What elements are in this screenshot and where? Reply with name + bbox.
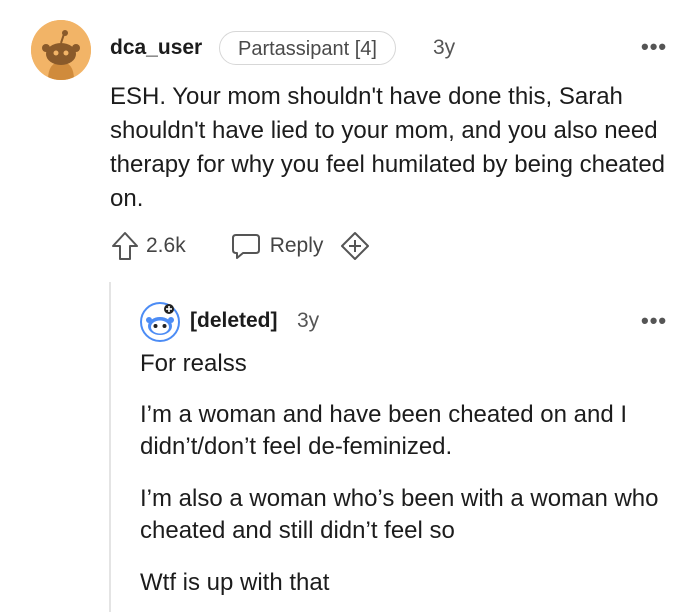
reply-paragraph: I’m a woman and have been cheated on and… [140, 401, 628, 460]
reply-age: 3y [297, 309, 320, 332]
upvote-arrow-icon [112, 232, 138, 260]
comment-action-bar: 2.6k Reply [110, 226, 371, 266]
user-flair: Partassipant [4] [219, 31, 396, 65]
reply-paragraph: For realss [140, 350, 247, 377]
reply-button[interactable]: Reply [230, 231, 324, 261]
comment-body: ESH. Your mom shouldn't have done this, … [110, 83, 666, 212]
reply-label: Reply [269, 234, 324, 257]
comment-more-options-button[interactable]: ••• [641, 36, 667, 58]
reply-username[interactable]: [deleted] [190, 309, 278, 333]
award-plus-icon [341, 232, 370, 260]
speech-bubble-icon [231, 234, 260, 259]
deleted-user-avatar[interactable] [140, 302, 180, 342]
reply-more-options-button[interactable]: ••• [641, 310, 667, 332]
snoo-avatar-icon [31, 20, 91, 80]
upvote-count: 2.6k [146, 234, 186, 257]
comment-age: 3y [433, 36, 456, 59]
upvote-button[interactable]: 2.6k [110, 230, 186, 262]
comment-username[interactable]: dca_user [110, 36, 202, 60]
reply-paragraph: Wtf is up with that [140, 569, 330, 596]
thread-line[interactable] [109, 282, 111, 612]
award-button[interactable] [339, 230, 371, 262]
user-avatar[interactable] [31, 20, 91, 80]
snoo-default-avatar-icon [140, 302, 180, 342]
reply-paragraph: I’m also a woman who’s been with a woman… [140, 485, 659, 544]
